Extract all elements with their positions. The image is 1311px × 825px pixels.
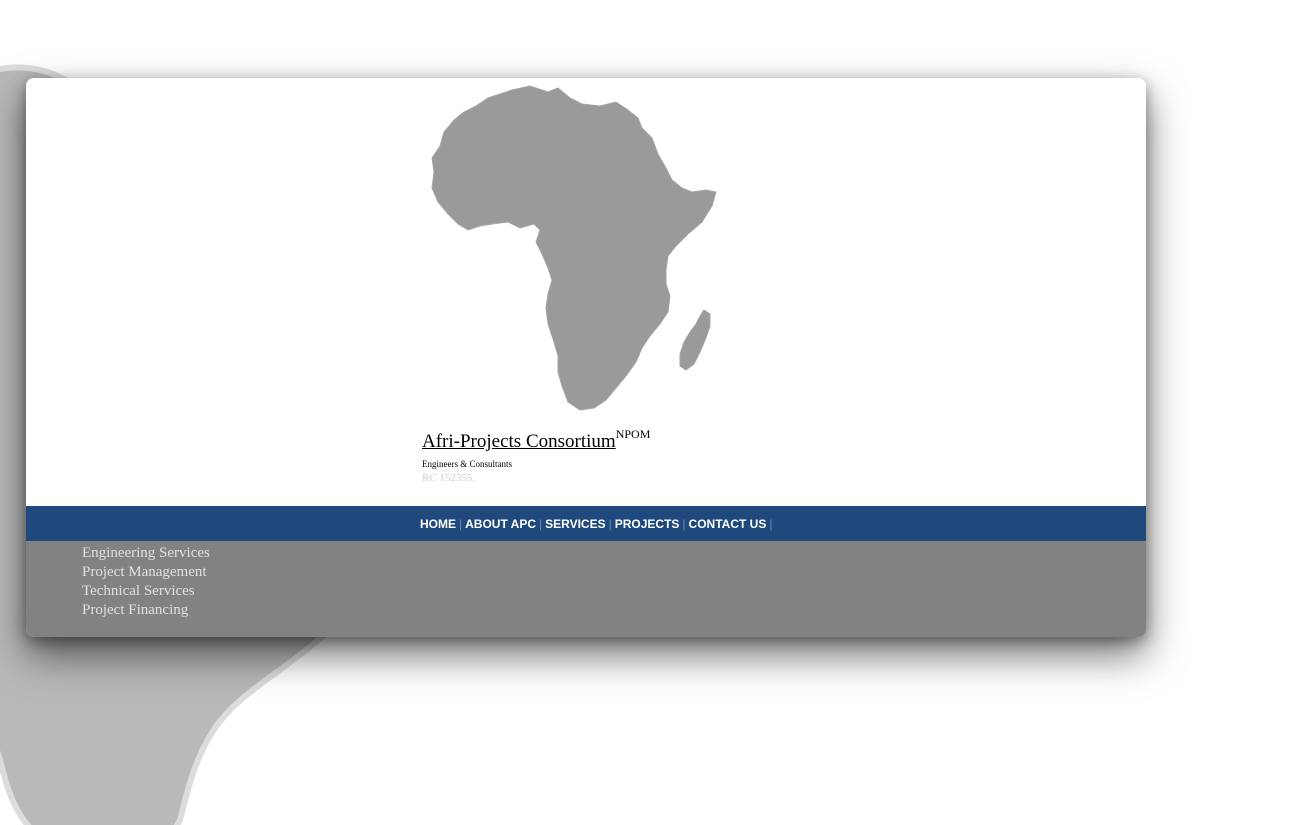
nav-item-projects[interactable]: PROJECTS xyxy=(615,517,680,531)
nav-separator: | xyxy=(682,516,686,531)
nav-separator: | xyxy=(539,516,543,531)
brand: Afri-Projects ConsortiumNPOM xyxy=(422,428,650,452)
nav-separator: | xyxy=(769,516,773,531)
africa-map-icon[interactable] xyxy=(430,84,724,414)
header: Afri-Projects ConsortiumNPOM Engineers &… xyxy=(26,78,1146,506)
registration-number: RC 152355. xyxy=(422,472,476,484)
main-card: Afri-Projects ConsortiumNPOM Engineers &… xyxy=(26,78,1146,637)
main-nav: HOME | ABOUT APC | SERVICES | PROJECTS |… xyxy=(420,506,775,541)
nav-item-home[interactable]: HOME xyxy=(420,517,456,531)
page: Afri-Projects ConsortiumNPOM Engineers &… xyxy=(0,0,1311,825)
services-item-engineering[interactable]: Engineering Services xyxy=(82,544,210,563)
services-item-project-management[interactable]: Project Management xyxy=(82,563,210,582)
services-item-technical[interactable]: Technical Services xyxy=(82,582,210,601)
brand-tagline: Engineers & Consultants xyxy=(422,459,512,469)
nav-bar: HOME | ABOUT APC | SERVICES | PROJECTS |… xyxy=(26,506,1146,541)
nav-item-services[interactable]: SERVICES xyxy=(545,517,605,531)
brand-superscript: NPOM xyxy=(615,427,651,441)
services-submenu: Engineering Services Project Management … xyxy=(26,541,1146,637)
services-item-financing[interactable]: Project Financing xyxy=(82,601,210,620)
brand-name-link[interactable]: Afri-Projects Consortium xyxy=(422,431,616,452)
nav-item-contact[interactable]: CONTACT US xyxy=(689,517,767,531)
nav-separator: | xyxy=(459,516,463,531)
nav-item-about[interactable]: ABOUT APC xyxy=(465,517,536,531)
services-list: Engineering Services Project Management … xyxy=(82,544,210,620)
nav-separator: | xyxy=(608,516,612,531)
